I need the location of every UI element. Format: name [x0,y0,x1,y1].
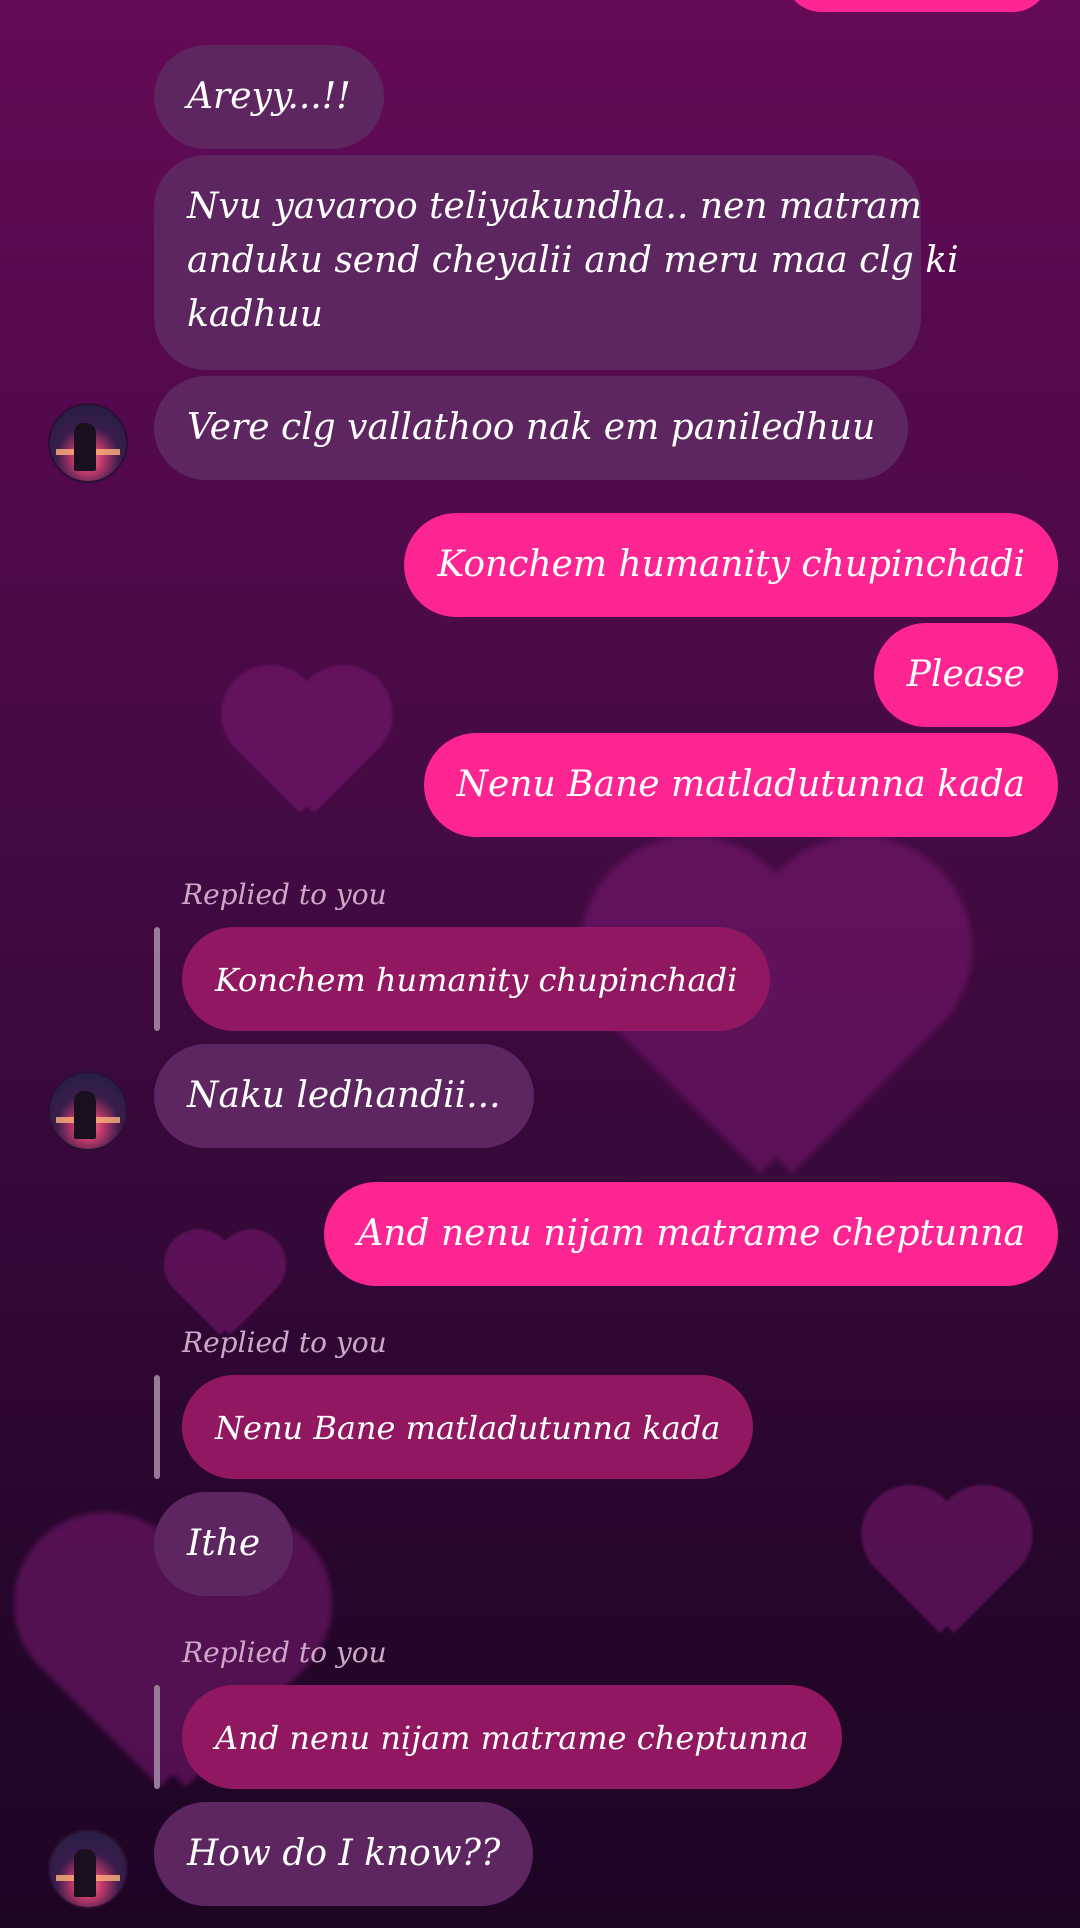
quoted-message[interactable]: And nenu nijam matrame cheptunna [182,1685,842,1789]
message-text-line: anduku send cheyalii and meru maa clg ki [187,240,959,281]
contact-avatar[interactable] [50,1831,126,1907]
chat-thread[interactable]: Areyy...!! Nvu yavaroo teliyakundha.. ne… [0,0,1080,1928]
reply-quote-bar [154,927,160,1031]
message-text-line: kadhuu [187,294,323,335]
outgoing-message[interactable]: Nenu Bane matladutunna kada [423,733,1058,837]
reply-quote-bar [154,1685,160,1789]
message-text: And nenu nijam matrame cheptunna [357,1213,1025,1254]
replied-to-you-label: Replied to you [182,878,387,911]
message-text: How do I know?? [187,1833,501,1874]
outgoing-message-partial[interactable] [785,0,1049,12]
message-text: Please [906,654,1025,695]
reply-quote-bar [154,1375,160,1479]
incoming-message[interactable]: Ithe [154,1492,294,1596]
quoted-text: Konchem humanity chupinchadi [215,961,738,999]
quoted-message[interactable]: Nenu Bane matladutunna kada [182,1375,754,1479]
incoming-message[interactable]: Naku ledhandii... [154,1044,534,1148]
incoming-message[interactable]: How do I know?? [154,1802,534,1906]
outgoing-message[interactable]: And nenu nijam matrame cheptunna [324,1182,1058,1286]
quoted-text: Nenu Bane matladutunna kada [215,1409,721,1447]
message-text: Areyy...!! [187,76,351,117]
contact-avatar[interactable] [50,1073,126,1149]
replied-to-you-label: Replied to you [182,1636,387,1669]
outgoing-message[interactable]: Please [873,623,1058,727]
contact-avatar[interactable] [50,405,126,481]
message-text: Vere clg vallathoo nak em paniledhuu [187,407,876,448]
message-text: Nenu Bane matladutunna kada [456,764,1025,805]
quoted-text: And nenu nijam matrame cheptunna [215,1719,809,1757]
message-text: Konchem humanity chupinchadi [437,544,1025,585]
message-text: Ithe [187,1523,261,1564]
incoming-message[interactable]: Nvu yavaroo teliyakundha.. nen matram an… [154,155,959,370]
message-text: Naku ledhandii... [187,1075,501,1116]
incoming-message[interactable]: Vere clg vallathoo nak em paniledhuu [154,376,909,480]
replied-to-you-label: Replied to you [182,1326,387,1359]
message-text-line: Nvu yavaroo teliyakundha.. nen matram [187,186,922,227]
incoming-message[interactable]: Areyy...!! [154,45,384,149]
quoted-message[interactable]: Konchem humanity chupinchadi [182,927,771,1031]
outgoing-message[interactable]: Konchem humanity chupinchadi [404,513,1058,617]
